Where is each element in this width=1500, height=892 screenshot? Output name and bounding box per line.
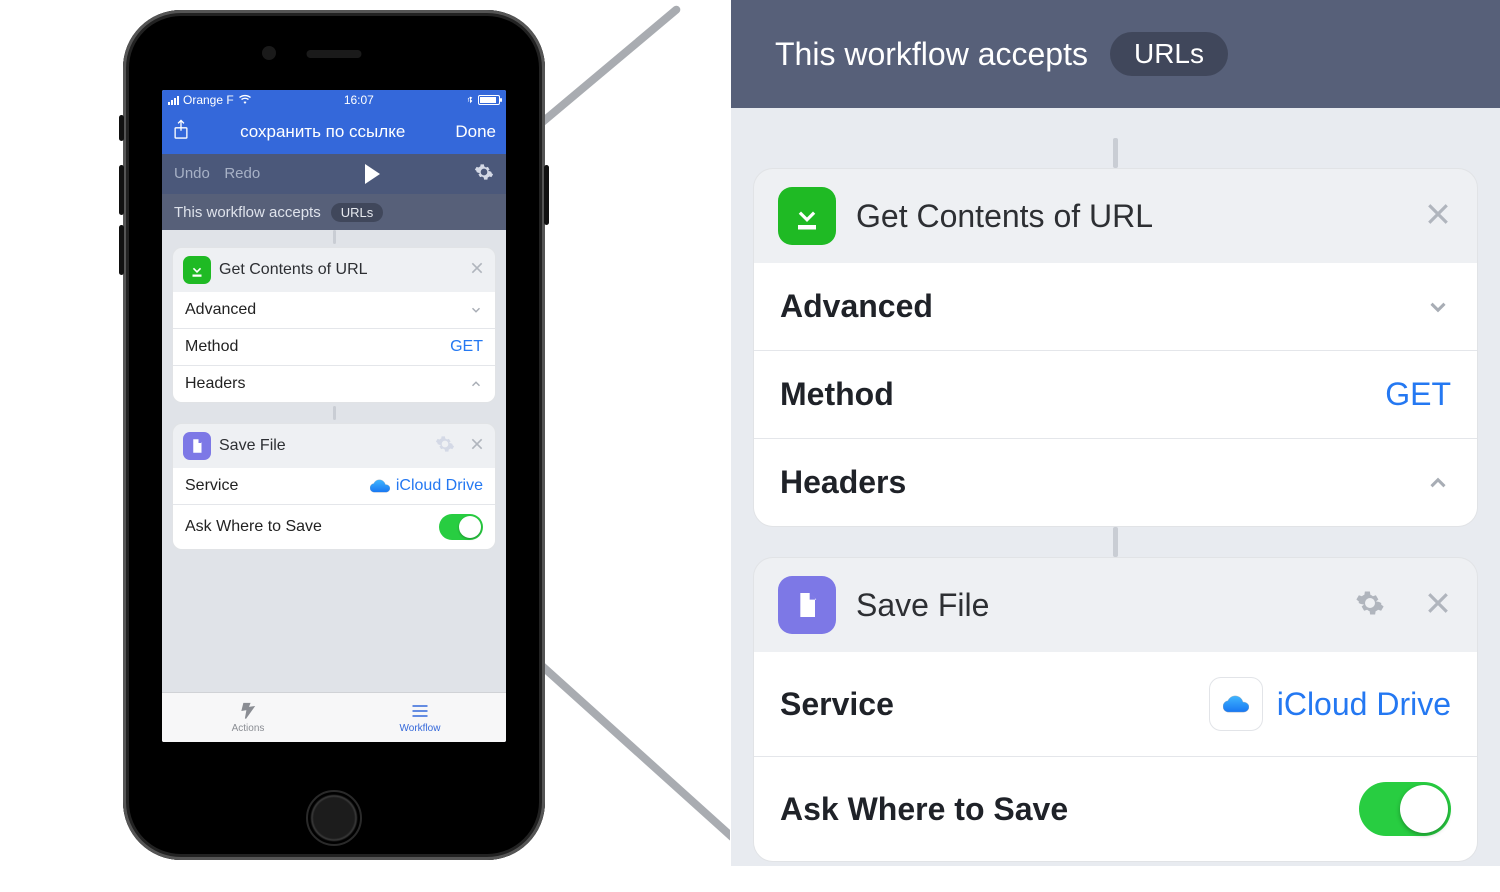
action-card-get-contents-zoom[interactable]: Get Contents of URL Advanced Method GET …	[753, 168, 1478, 527]
phone-camera	[262, 46, 276, 60]
workflow-title: сохранить по ссылке	[240, 122, 405, 142]
method-label: Method	[780, 376, 894, 413]
connector-line	[333, 406, 336, 420]
accepts-label: This workflow accepts	[174, 204, 321, 221]
connector-line	[333, 230, 336, 244]
download-icon	[778, 187, 836, 245]
headers-label: Headers	[780, 464, 906, 501]
battery-icon	[478, 95, 500, 105]
phone-screen: Orange F 16:07 сохранить по ссылке Done …	[162, 90, 506, 742]
service-value: iCloud Drive	[396, 477, 483, 495]
advanced-label: Advanced	[185, 301, 256, 319]
tab-actions[interactable]: Actions	[162, 701, 334, 734]
accepts-type-chip: URLs	[1110, 32, 1228, 76]
service-row[interactable]: Service iCloud Drive	[173, 468, 495, 504]
ask-where-toggle[interactable]	[439, 514, 483, 540]
action-title: Save File	[856, 587, 1335, 624]
chevron-up-icon	[1425, 470, 1451, 496]
connector-line	[1113, 527, 1118, 557]
settings-button[interactable]	[474, 162, 494, 187]
method-value: GET	[450, 338, 483, 356]
status-bar: Orange F 16:07	[162, 90, 506, 110]
undo-button[interactable]: Undo	[174, 165, 210, 182]
nav-bar: сохранить по ссылке Done	[162, 110, 506, 154]
tab-bar: Actions Workflow	[162, 692, 506, 742]
method-row[interactable]: Method GET	[754, 350, 1477, 438]
service-value: iCloud Drive	[1277, 686, 1451, 723]
share-button[interactable]	[172, 119, 190, 146]
accepts-type-chip: URLs	[331, 203, 384, 222]
chevron-down-icon	[1425, 294, 1451, 320]
remove-action-button[interactable]	[469, 436, 485, 457]
service-label: Service	[185, 477, 238, 495]
workflow-accepts-bar[interactable]: This workflow accepts URLs	[162, 194, 506, 230]
icloud-icon	[1209, 677, 1263, 731]
advanced-row[interactable]: Advanced	[754, 263, 1477, 350]
headers-row[interactable]: Headers	[754, 438, 1477, 526]
tab-workflow-label: Workflow	[400, 723, 441, 734]
action-card-save-file[interactable]: Save File Service iCloud Drive	[172, 423, 496, 550]
headers-label: Headers	[185, 375, 245, 393]
bluetooth-icon	[466, 94, 474, 106]
wifi-icon	[238, 94, 252, 106]
ask-where-label: Ask Where to Save	[185, 518, 322, 536]
remove-action-button[interactable]	[1423, 588, 1453, 623]
done-button[interactable]: Done	[455, 122, 496, 142]
advanced-label: Advanced	[780, 288, 933, 325]
action-title: Get Contents of URL	[856, 198, 1403, 235]
zoom-panel: This workflow accepts URLs Get Contents …	[730, 0, 1500, 866]
action-settings-button[interactable]	[435, 434, 455, 459]
method-label: Method	[185, 338, 238, 356]
ask-where-label: Ask Where to Save	[780, 791, 1068, 828]
advanced-row[interactable]: Advanced	[173, 292, 495, 328]
ask-where-to-save-row: Ask Where to Save	[173, 504, 495, 549]
service-row[interactable]: Service iCloud Drive	[754, 652, 1477, 756]
headers-row[interactable]: Headers	[173, 365, 495, 402]
phone-frame: Orange F 16:07 сохранить по ссылке Done …	[123, 10, 545, 860]
tab-actions-label: Actions	[232, 723, 265, 734]
workflow-accepts-bar-zoom[interactable]: This workflow accepts URLs	[731, 0, 1500, 108]
clock-label: 16:07	[344, 93, 374, 107]
ask-where-to-save-row: Ask Where to Save	[754, 756, 1477, 861]
remove-action-button[interactable]	[1423, 199, 1453, 234]
document-icon	[778, 576, 836, 634]
download-icon	[183, 256, 211, 284]
play-button[interactable]	[365, 164, 380, 184]
service-label: Service	[780, 686, 894, 723]
action-title: Save File	[219, 437, 427, 455]
home-button[interactable]	[306, 790, 362, 846]
chevron-down-icon	[469, 303, 483, 317]
action-card-save-file-zoom[interactable]: Save File Service iCloud Drive	[753, 557, 1478, 862]
document-icon	[183, 432, 211, 460]
phone-speaker	[307, 50, 362, 58]
action-settings-button[interactable]	[1355, 588, 1385, 623]
workflow-canvas[interactable]: Get Contents of URL Advanced Method GET	[162, 230, 506, 692]
action-card-get-contents[interactable]: Get Contents of URL Advanced Method GET	[172, 247, 496, 403]
editor-toolbar: Undo Redo	[162, 154, 506, 194]
method-row[interactable]: Method GET	[173, 328, 495, 365]
chevron-up-icon	[469, 377, 483, 391]
remove-action-button[interactable]	[469, 260, 485, 281]
method-value: GET	[1385, 376, 1451, 413]
icloud-icon	[370, 479, 390, 493]
signal-icon	[168, 95, 179, 105]
ask-where-toggle[interactable]	[1359, 782, 1451, 836]
connector-line	[1113, 138, 1118, 168]
carrier-label: Orange F	[183, 93, 234, 107]
tab-workflow[interactable]: Workflow	[334, 701, 506, 734]
redo-button[interactable]: Redo	[224, 165, 260, 182]
accepts-label: This workflow accepts	[775, 36, 1088, 73]
action-title: Get Contents of URL	[219, 261, 461, 279]
